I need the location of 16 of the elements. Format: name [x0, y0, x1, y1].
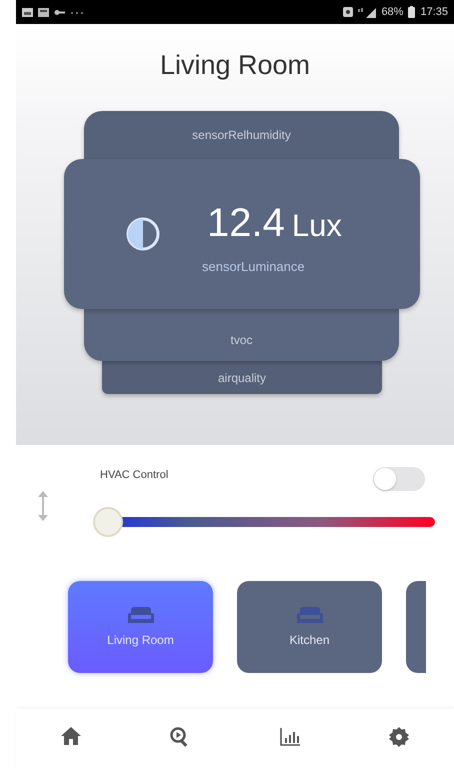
- clock-time: 17:35: [420, 6, 448, 18]
- sensor-name: airquality: [218, 370, 266, 384]
- sensor-name: sensorLuminance: [202, 259, 305, 274]
- sensor-card[interactable]: airquality: [102, 361, 382, 394]
- sensor-name: tvoc: [230, 333, 252, 347]
- sensor-card[interactable]: tvoc: [84, 309, 399, 361]
- room-card[interactable]: Living Room: [68, 581, 213, 673]
- sensor-value: 12.4: [207, 201, 285, 245]
- hvac-label: HVAC Control: [100, 469, 168, 481]
- sensor-name: sensorRelhumidity: [192, 128, 291, 142]
- sensor-card[interactable]: sensorRelhumidity: [84, 111, 399, 159]
- battery-level: 68%: [381, 6, 404, 18]
- room-title: Living Room: [160, 50, 310, 81]
- sensor-card[interactable]: 12.4 Lux sensorLuminance: [64, 159, 420, 309]
- room-card[interactable]: Kitchen: [237, 581, 382, 673]
- sensor-unit: Lux: [292, 208, 342, 243]
